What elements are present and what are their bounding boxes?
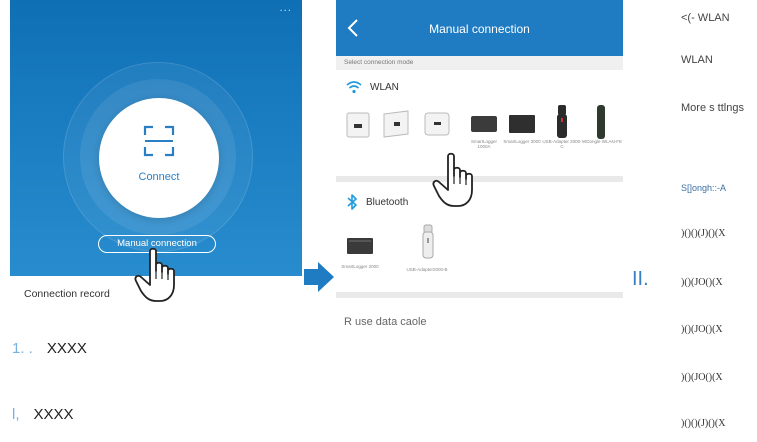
wlan-device-inverter-3[interactable] — [424, 112, 450, 143]
device-label: WDongle WLAN-FE — [582, 139, 623, 144]
device-label: SmartLogger 2000 — [341, 264, 379, 269]
usb-data-cable-option[interactable]: R use data caole — [344, 316, 427, 328]
wlan-section-title: WLAN — [370, 82, 399, 93]
step-number: 1. . — [12, 340, 33, 357]
device-label: SmartLogger 1000A — [470, 139, 497, 149]
bt-device-smartlogger-2000[interactable] — [346, 236, 374, 263]
hand-pointer-icon — [432, 152, 473, 207]
next-arrow-icon — [304, 262, 334, 292]
scan-icon — [143, 125, 175, 157]
step-roman-numeral: II. — [632, 268, 649, 290]
network-item[interactable]: )()(JO()(X — [681, 324, 723, 335]
bluetooth-icon — [347, 194, 357, 210]
bt-device-usb-adapter-2000b[interactable] — [421, 224, 435, 265]
wifi-icon — [346, 81, 362, 94]
wlan-device-inverter-2[interactable] — [382, 110, 410, 145]
step-1: 1. . XXXX — [12, 340, 87, 357]
wlan-device-smartlogger-1000a[interactable] — [470, 114, 498, 139]
connect-label: Connect — [138, 171, 180, 183]
wlan-device-smartlogger-3000[interactable] — [508, 114, 536, 139]
wlan-back-header[interactable]: <(- WLAN — [681, 12, 730, 24]
step-2: l, XXXX — [12, 406, 74, 423]
connection-mode-caption: Select connection mode — [336, 56, 623, 70]
network-list-heading: S[]ongh::-A — [681, 183, 727, 193]
wlan-title: WLAN — [681, 54, 713, 66]
connect-button[interactable]: Connect — [99, 98, 219, 218]
network-item[interactable]: )()(JO()(X — [681, 277, 723, 288]
network-item[interactable]: )()(JO()(X — [681, 372, 723, 383]
step-text: XXXX — [33, 406, 74, 423]
more-settings-link[interactable]: More s ttlngs — [681, 102, 744, 114]
device-label: USB-Adapter2000-B — [406, 267, 448, 272]
wlan-device-inverter-1[interactable] — [346, 112, 370, 145]
network-item[interactable]: )()()(J)()(X — [681, 228, 725, 239]
step-text: XXXX — [46, 340, 87, 357]
step-number: l, — [12, 406, 20, 423]
bluetooth-section-title: Bluetooth — [366, 197, 409, 208]
hand-pointer-icon — [134, 247, 175, 302]
more-menu-icon[interactable]: ··· — [279, 6, 292, 17]
network-item[interactable]: )()()(J)()(X — [681, 418, 725, 429]
device-label: USB-Adapter 2000-C — [542, 139, 582, 149]
header-bar: Manual connection — [336, 0, 623, 56]
section-divider — [336, 292, 623, 298]
page-title: Manual connection — [429, 22, 530, 36]
device-label: SmartLogger 3000 — [503, 139, 541, 144]
